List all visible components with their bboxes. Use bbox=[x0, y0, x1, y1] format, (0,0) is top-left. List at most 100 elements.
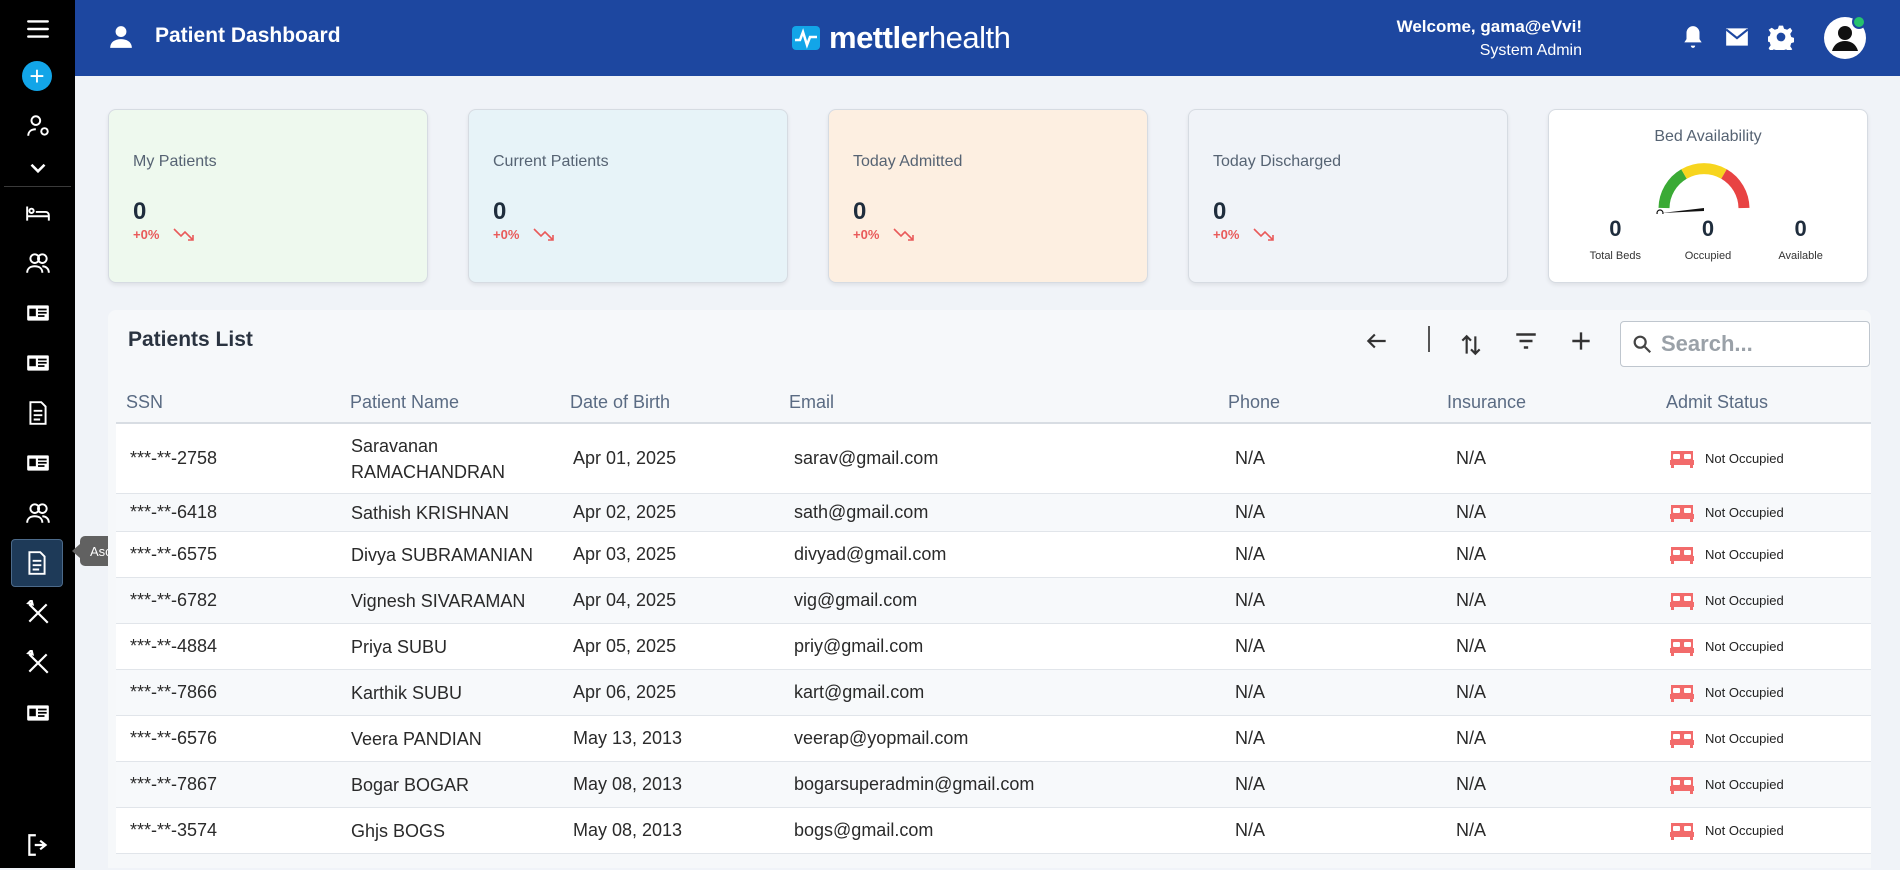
table-row[interactable]: ***-**-7866 Karthik SUBU Apr 06, 2025 ka… bbox=[116, 670, 1871, 716]
trend-down-icon bbox=[893, 228, 915, 241]
cell-phone: N/A bbox=[1235, 774, 1266, 794]
bed-status-icon bbox=[1670, 776, 1694, 794]
back-arrow-icon[interactable] bbox=[1362, 326, 1392, 356]
column-header-dob[interactable]: Date of Birth bbox=[555, 392, 774, 413]
cell-email: divyad@gmail.com bbox=[794, 544, 947, 564]
cell-admit-status: Not Occupied bbox=[1651, 449, 1871, 469]
cell-insurance: N/A bbox=[1456, 636, 1487, 656]
cell-ssn: ***-**-7866 bbox=[130, 682, 218, 702]
sort-icon[interactable] bbox=[1456, 330, 1486, 360]
table-row[interactable]: ***-**-7867 Bogar BOGAR May 08, 2013 bog… bbox=[116, 762, 1871, 808]
admit-status-text: Not Occupied bbox=[1705, 731, 1784, 746]
logout-icon[interactable] bbox=[0, 820, 75, 870]
table-row[interactable]: ***-**-2758 Saravanan RAMACHANDRAN Apr 0… bbox=[116, 424, 1871, 494]
bed-stat-available: 0 Available bbox=[1778, 216, 1823, 262]
tools-icon[interactable] bbox=[0, 638, 75, 688]
sidebar: + bbox=[0, 0, 75, 868]
users-icon[interactable] bbox=[0, 238, 75, 288]
add-icon[interactable] bbox=[1566, 326, 1596, 356]
cell-dob: Apr 02, 2025 bbox=[573, 502, 677, 522]
add-icon[interactable]: + bbox=[22, 61, 52, 91]
table-row[interactable]: ***-**-6782 Vignesh SIVARAMAN Apr 04, 20… bbox=[116, 578, 1871, 624]
bed-status-icon bbox=[1670, 822, 1694, 840]
patients-list-panel: Patients List SSN Patient Name Date of B… bbox=[108, 310, 1871, 868]
table-row[interactable]: ***-**-6575 Divya SUBRAMANIAN Apr 03, 20… bbox=[116, 532, 1871, 578]
mail-icon[interactable] bbox=[1724, 24, 1750, 50]
cell-dob: May 13, 2013 bbox=[573, 728, 683, 748]
bed-status-icon bbox=[1670, 546, 1694, 564]
chevron-down-icon[interactable] bbox=[0, 144, 75, 192]
cell-email: veerap@yopmail.com bbox=[794, 728, 969, 748]
cell-insurance: N/A bbox=[1456, 774, 1487, 794]
card-today-discharged[interactable]: Today Discharged 0 +0% bbox=[1188, 109, 1508, 283]
column-header-patient-name[interactable]: Patient Name bbox=[335, 389, 555, 415]
trend-down-icon bbox=[173, 228, 195, 241]
cell-patient-name: Divya SUBRAMANIAN bbox=[351, 544, 534, 565]
card-value: 0 bbox=[133, 198, 147, 225]
cell-phone: N/A bbox=[1235, 636, 1266, 656]
bed-status-icon bbox=[1670, 592, 1694, 610]
card-label: My Patients bbox=[133, 153, 217, 170]
cell-ssn: ***-**-7867 bbox=[130, 774, 218, 794]
gear-icon[interactable] bbox=[1768, 24, 1794, 50]
menu-icon[interactable] bbox=[0, 4, 75, 54]
admit-status-text: Not Occupied bbox=[1705, 639, 1784, 654]
tools-icon[interactable] bbox=[0, 588, 75, 638]
card-value: 0 bbox=[493, 198, 507, 225]
search-icon bbox=[1633, 335, 1652, 354]
table-row[interactable]: ***-**-6576 Veera PANDIAN May 13, 2013 v… bbox=[116, 716, 1871, 762]
gauge-icon bbox=[1656, 163, 1750, 214]
card-change: +0% bbox=[853, 226, 880, 242]
card-my-patients[interactable]: My Patients 0 +0% bbox=[108, 109, 428, 283]
bed-availability-title: Bed Availability bbox=[1654, 128, 1762, 145]
cell-patient-name: Bogar BOGAR bbox=[351, 774, 470, 795]
logo[interactable]: mettler health bbox=[791, 20, 1011, 56]
cell-admit-status: Not Occupied bbox=[1651, 775, 1871, 795]
search-input[interactable] bbox=[1661, 331, 1861, 357]
card-today-admitted[interactable]: Today Admitted 0 +0% bbox=[828, 109, 1148, 283]
bed-icon[interactable] bbox=[0, 188, 75, 238]
column-header-email[interactable]: Email bbox=[774, 392, 1213, 413]
id-card-icon[interactable] bbox=[0, 338, 75, 388]
trend-down-icon bbox=[533, 228, 555, 241]
column-header-ssn[interactable]: SSN bbox=[116, 392, 335, 413]
bed-stat-occupied: 0 Occupied bbox=[1684, 216, 1732, 262]
page-title: Patient Dashboard bbox=[155, 24, 341, 47]
id-card-icon[interactable] bbox=[0, 688, 75, 738]
cell-insurance: N/A bbox=[1456, 544, 1487, 564]
search-box[interactable] bbox=[1620, 321, 1870, 367]
table-row[interactable]: ***-**-3574 Ghjs BOGS May 08, 2013 bogs@… bbox=[116, 808, 1871, 854]
card-label: Current Patients bbox=[493, 153, 609, 170]
cell-dob: Apr 06, 2025 bbox=[573, 682, 677, 702]
logo-text-bold: mettler bbox=[829, 20, 929, 55]
document-icon[interactable] bbox=[11, 539, 63, 587]
column-header-phone[interactable]: Phone bbox=[1213, 392, 1432, 413]
user-icon bbox=[110, 26, 132, 48]
filter-icon[interactable] bbox=[1511, 326, 1541, 356]
bed-availability-card[interactable]: Bed Availability 0 Total Beds 0 Occupied 0… bbox=[1548, 109, 1868, 283]
cell-ssn: ***-**-4884 bbox=[130, 636, 218, 656]
document-icon[interactable] bbox=[0, 388, 75, 438]
users-icon[interactable] bbox=[0, 488, 75, 538]
id-card-icon[interactable] bbox=[0, 288, 75, 338]
id-card-icon[interactable] bbox=[0, 438, 75, 488]
cell-insurance: N/A bbox=[1456, 682, 1487, 702]
bed-status-icon bbox=[1670, 504, 1694, 522]
admit-status-text: Not Occupied bbox=[1705, 451, 1784, 466]
table-header: SSN Patient Name Date of Birth Email Pho… bbox=[116, 382, 1871, 424]
column-header-admit-status[interactable]: Admit Status bbox=[1651, 392, 1871, 413]
bed-status-icon bbox=[1670, 730, 1694, 748]
cell-phone: N/A bbox=[1235, 682, 1266, 702]
card-current-patients[interactable]: Current Patients 0 +0% bbox=[468, 109, 788, 283]
cell-insurance: N/A bbox=[1456, 590, 1487, 610]
cell-phone: N/A bbox=[1235, 502, 1266, 522]
column-header-insurance[interactable]: Insurance bbox=[1432, 392, 1651, 413]
cell-phone: N/A bbox=[1235, 590, 1266, 610]
table-row[interactable]: ***-**-4884 Priya SUBU Apr 05, 2025 priy… bbox=[116, 624, 1871, 670]
card-value: 0 bbox=[1213, 198, 1227, 225]
table-body: ***-**-2758 Saravanan RAMACHANDRAN Apr 0… bbox=[116, 424, 1871, 854]
admit-status-text: Not Occupied bbox=[1705, 777, 1784, 792]
cell-dob: May 08, 2013 bbox=[573, 774, 683, 794]
table-row[interactable]: ***-**-6418 Sathish KRISHNAN Apr 02, 202… bbox=[116, 494, 1871, 532]
bell-icon[interactable] bbox=[1680, 24, 1706, 50]
